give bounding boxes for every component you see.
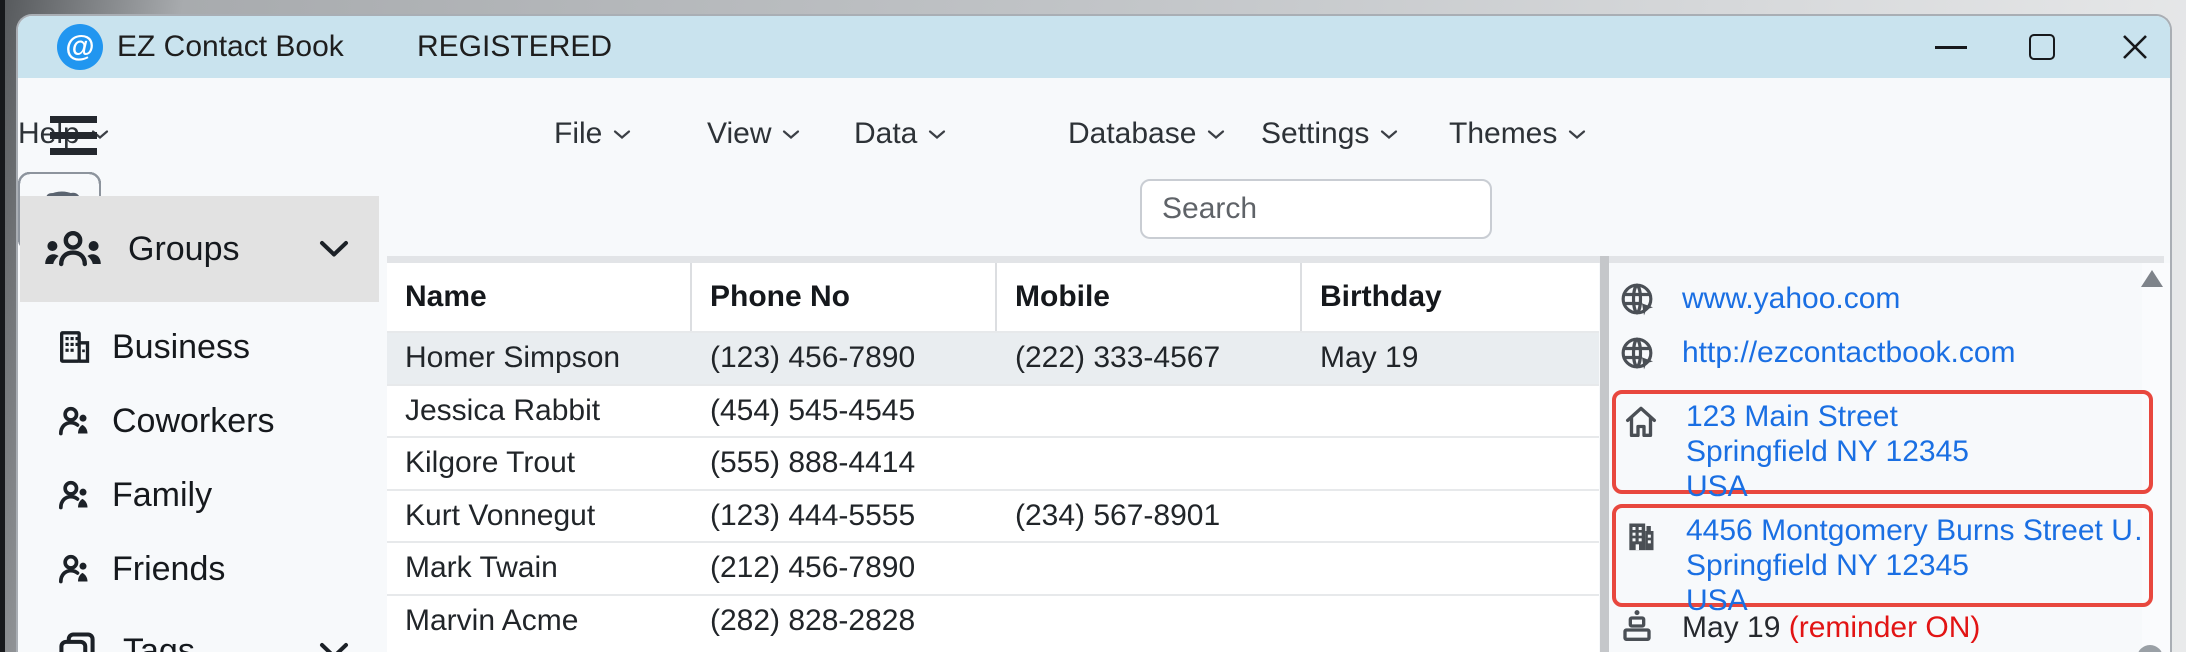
- website-icon: [1617, 279, 1657, 319]
- title-bar[interactable]: @ EZ Contact Book REGISTERED: [18, 16, 2170, 78]
- birthday-cake-icon: [1617, 606, 1657, 651]
- chevron-down-icon: [320, 241, 348, 257]
- menu-file[interactable]: File: [554, 112, 631, 156]
- contacts-table: Name Phone No Mobile Birthday Homer Simp…: [387, 263, 1599, 652]
- column-header-birthday[interactable]: Birthday: [1302, 263, 1599, 331]
- column-header-mobile[interactable]: Mobile: [997, 263, 1302, 331]
- person-icon: [59, 554, 88, 584]
- sidebar-section-groups[interactable]: Groups: [20, 196, 379, 302]
- sidebar-item-label: Coworkers: [112, 401, 275, 440]
- window-title: EZ Contact Book: [117, 30, 344, 63]
- app-logo-icon: @: [57, 24, 103, 70]
- table-row[interactable]: Marvin Acme (282) 828-2828: [387, 593, 1599, 647]
- sidebar-section-tags[interactable]: Tags: [20, 608, 379, 652]
- sidebar-item-business[interactable]: Business: [20, 310, 379, 384]
- sidebar-item-label: Family: [112, 475, 213, 514]
- contact-details-panel: www.yahoo.com http://ezcontactbook.com 1…: [1609, 263, 2170, 652]
- chevron-down-icon: [783, 129, 800, 139]
- minimize-button[interactable]: [1920, 16, 1982, 78]
- home-icon: [1621, 402, 1661, 447]
- close-icon: [2123, 35, 2147, 59]
- birthday-row[interactable]: May 19 (reminder ON): [1609, 604, 2170, 652]
- sidebar-section-label: Tags: [123, 631, 195, 652]
- menu-database[interactable]: Database: [1068, 112, 1225, 156]
- website-link-row[interactable]: www.yahoo.com: [1609, 275, 2170, 323]
- table-row[interactable]: Jessica Rabbit (454) 545-4545: [387, 383, 1599, 437]
- minimize-icon: [1935, 45, 1967, 49]
- chevron-down-icon: [614, 129, 631, 139]
- license-badge: REGISTERED: [417, 30, 613, 63]
- person-icon: [59, 480, 88, 510]
- menu-view[interactable]: View: [707, 112, 800, 156]
- chevron-down-icon: [320, 643, 348, 652]
- sidebar-section-label: Groups: [128, 229, 240, 268]
- website-link-row[interactable]: http://ezcontactbook.com: [1609, 329, 2170, 377]
- table-row[interactable]: Homer Simpson (123) 456-7890 (222) 333-4…: [387, 331, 1599, 384]
- birthday-value: May 19 (reminder ON): [1682, 611, 1981, 644]
- menu-themes[interactable]: Themes: [1449, 112, 1586, 156]
- website-link[interactable]: www.yahoo.com: [1682, 282, 1900, 316]
- website-link[interactable]: http://ezcontactbook.com: [1682, 336, 2016, 370]
- menu-settings[interactable]: Settings: [1261, 112, 1398, 156]
- sidebar-item-friends[interactable]: Friends: [20, 532, 379, 606]
- work-address-highlight[interactable]: 4456 Montgomery Burns Street U… Springfi…: [1612, 504, 2153, 617]
- table-row[interactable]: Mark Twain (212) 456-7890: [387, 541, 1599, 594]
- building-icon: [60, 331, 90, 363]
- menu-data[interactable]: Data: [854, 112, 946, 156]
- office-building-icon: [1621, 516, 1661, 561]
- desktop-edge: [0, 0, 5, 652]
- sidebar-item-coworkers[interactable]: Coworkers: [20, 384, 379, 458]
- reminder-status: (reminder ON): [1788, 611, 1981, 644]
- search-box: [1140, 179, 1548, 239]
- content-divider: [387, 256, 2164, 263]
- sidebar-item-label: Friends: [112, 549, 226, 588]
- chevron-down-icon: [1208, 129, 1225, 139]
- table-header: Name Phone No Mobile Birthday: [387, 263, 1599, 331]
- column-header-phone[interactable]: Phone No: [692, 263, 997, 331]
- sidebar-item-family[interactable]: Family: [20, 458, 379, 532]
- home-address[interactable]: 123 Main Street Springfield NY 12345 USA: [1686, 399, 2141, 504]
- search-input[interactable]: [1162, 192, 1548, 226]
- chevron-down-icon: [929, 129, 946, 139]
- home-address-highlight[interactable]: 123 Main Street Springfield NY 12345 USA: [1612, 390, 2153, 503]
- scroll-up-arrow[interactable]: [2141, 270, 2163, 287]
- table-row[interactable]: Kilgore Trout (555) 888-4414: [387, 436, 1599, 489]
- panel-splitter[interactable]: [1600, 256, 1609, 652]
- sidebar-item-label: Business: [112, 327, 250, 366]
- table-row[interactable]: Kurt Vonnegut (123) 444-5555 (234) 567-8…: [387, 488, 1599, 542]
- person-icon: [59, 406, 88, 436]
- work-address[interactable]: 4456 Montgomery Burns Street U… Springfi…: [1686, 513, 2141, 618]
- column-header-name[interactable]: Name: [387, 263, 692, 331]
- tags-icon: [59, 632, 95, 652]
- hamburger-menu-icon[interactable]: [50, 116, 97, 155]
- app-window: @ EZ Contact Book REGISTERED File View D…: [16, 14, 2172, 652]
- website-icon: [1617, 333, 1657, 373]
- chevron-down-icon: [1381, 129, 1398, 139]
- close-button[interactable]: [2104, 16, 2166, 78]
- maximize-icon: [2029, 34, 2055, 60]
- chevron-down-icon: [1569, 129, 1586, 139]
- groups-icon: [45, 230, 101, 267]
- maximize-button[interactable]: [2011, 16, 2073, 78]
